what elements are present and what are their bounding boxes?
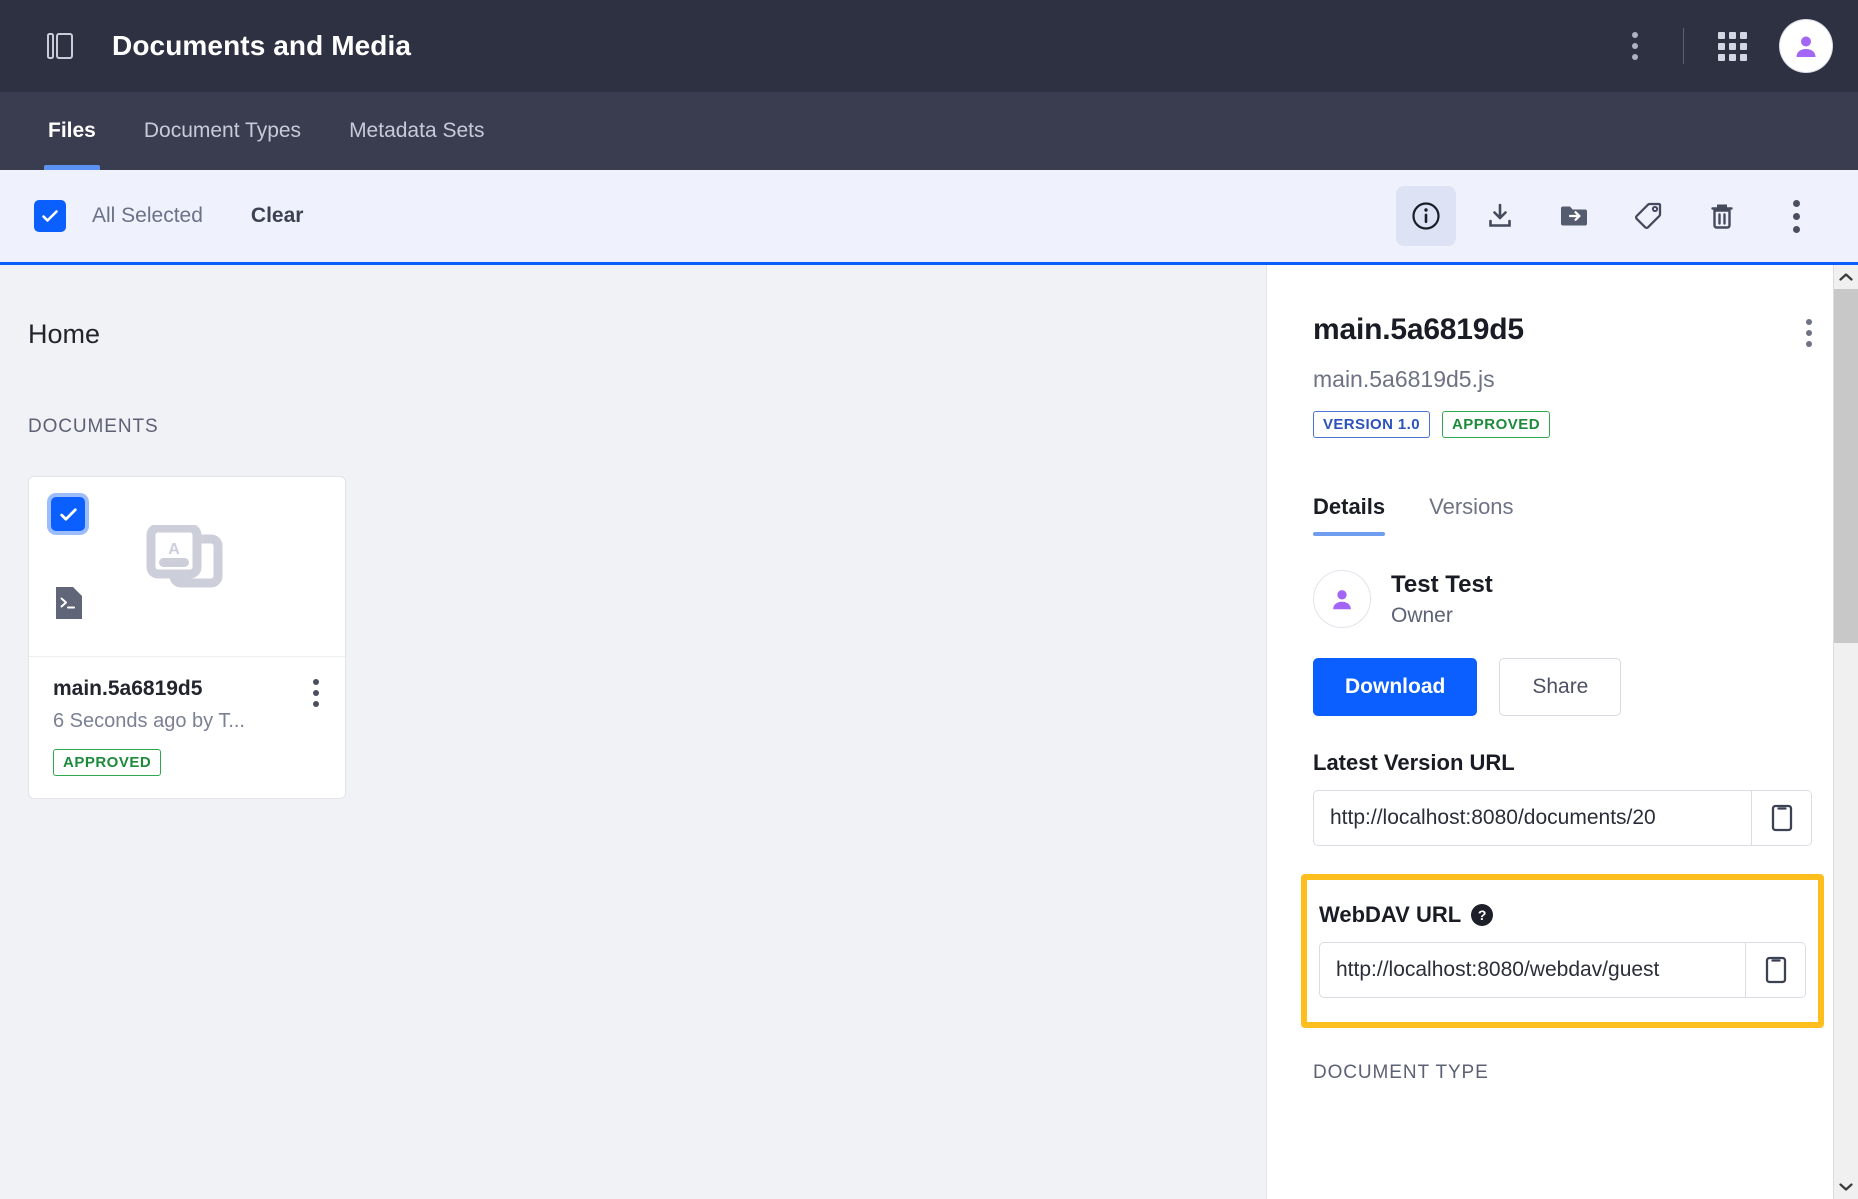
webdav-copy-icon[interactable]	[1745, 943, 1805, 997]
tab-details-label: Details	[1313, 494, 1386, 519]
clear-selection-button[interactable]: Clear	[251, 204, 304, 228]
header-divider	[1683, 28, 1684, 64]
status-badge: APPROVED	[1441, 411, 1551, 438]
webdav-url-label: WebDAV URL ?	[1319, 902, 1806, 928]
webdav-url-group	[1319, 942, 1806, 998]
panel-title: main.5a6819d5	[1313, 313, 1524, 346]
webdav-url-highlight: WebDAV URL ?	[1301, 874, 1824, 1028]
selection-count-label: All Selected	[92, 204, 203, 227]
selection-toolbar: All Selected Clear	[0, 170, 1858, 265]
tab-document-types[interactable]: Document Types	[144, 92, 301, 170]
tab-details[interactable]: Details	[1313, 494, 1386, 536]
apps-grid-icon[interactable]	[1706, 20, 1758, 72]
card-select-checkbox[interactable]	[51, 497, 85, 531]
scroll-up-arrow-icon[interactable]	[1834, 265, 1858, 289]
card-body: main.5a6819d5 6 Seconds ago by T... APPR…	[29, 657, 345, 798]
owner-name: Test Test	[1391, 570, 1493, 598]
scroll-down-arrow-icon[interactable]	[1834, 1175, 1858, 1199]
app-header: Documents and Media	[0, 0, 1858, 92]
document-image-icon: A	[146, 523, 228, 608]
tag-icon[interactable]	[1618, 186, 1678, 246]
tab-versions-label: Versions	[1429, 494, 1514, 519]
script-file-icon	[54, 585, 84, 626]
tab-document-types-label: Document Types	[143, 119, 302, 142]
documents-grid: A main.5a6819d5 6 Seconds ago by T... AP…	[28, 476, 1266, 799]
latest-version-url-label: Latest Version URL	[1313, 750, 1812, 776]
latest-version-url-input[interactable]	[1314, 791, 1751, 845]
nav-tabs: Files Document Types Metadata Sets	[0, 92, 1858, 170]
webdav-url-label-text: WebDAV URL	[1319, 902, 1462, 927]
panel-filename: main.5a6819d5.js	[1313, 366, 1495, 392]
version-badge: VERSION 1.0	[1313, 411, 1430, 438]
documents-section-label: DOCUMENTS	[28, 416, 159, 437]
document-card[interactable]: A main.5a6819d5 6 Seconds ago by T... AP…	[28, 476, 346, 799]
breadcrumb[interactable]: Home	[28, 319, 1266, 350]
download-button[interactable]: Download	[1313, 658, 1478, 716]
user-avatar-icon[interactable]	[1780, 20, 1832, 72]
card-subtitle: 6 Seconds ago by T...	[53, 710, 245, 732]
select-all-checkbox[interactable]	[34, 200, 66, 232]
card-title: main.5a6819d5	[53, 677, 203, 700]
files-main-pane: Home DOCUMENTS A main.5a6819d5 6 Seconds…	[0, 265, 1266, 1199]
webdav-url-input[interactable]	[1320, 943, 1745, 997]
share-button[interactable]: Share	[1499, 658, 1622, 716]
page-title: Documents and Media	[112, 30, 412, 61]
document-type-label: DOCUMENT TYPE	[1313, 1062, 1489, 1083]
card-kebab-menu-icon[interactable]	[313, 679, 319, 712]
help-question-icon[interactable]: ?	[1471, 904, 1494, 926]
latest-version-url-label-text: Latest Version URL	[1313, 750, 1515, 775]
tab-files-label: Files	[48, 119, 96, 142]
tab-files[interactable]: Files	[44, 92, 100, 170]
card-status-badge: APPROVED	[53, 749, 162, 776]
info-icon[interactable]	[1396, 186, 1456, 246]
content-area: Home DOCUMENTS A main.5a6819d5 6 Seconds…	[0, 265, 1858, 1199]
owner-role: Owner	[1391, 603, 1453, 627]
owner-avatar	[1313, 570, 1371, 628]
document-details-panel: main.5a6819d5 main.5a6819d5.js VERSION 1…	[1266, 265, 1858, 1199]
tab-metadata-sets-label: Metadata Sets	[349, 119, 485, 142]
panel-kebab-menu-icon[interactable]	[1806, 313, 1812, 352]
scrollbar-track[interactable]	[1834, 289, 1858, 1175]
tab-metadata-sets[interactable]: Metadata Sets	[349, 92, 484, 170]
latest-version-url-group	[1313, 790, 1812, 846]
toolbar-kebab-menu-icon[interactable]	[1766, 186, 1826, 246]
card-thumbnail: A	[29, 477, 345, 657]
panel-toggle-icon[interactable]	[38, 24, 82, 68]
tab-versions[interactable]: Versions	[1429, 494, 1513, 536]
svg-text:A: A	[168, 541, 180, 558]
kebab-menu-icon[interactable]	[1609, 20, 1661, 72]
move-to-folder-icon[interactable]	[1544, 186, 1604, 246]
scrollbar-thumb[interactable]	[1834, 289, 1858, 644]
panel-scrollbar[interactable]	[1833, 265, 1858, 1199]
download-icon[interactable]	[1470, 186, 1530, 246]
trash-icon[interactable]	[1692, 186, 1752, 246]
copy-icon[interactable]	[1751, 791, 1811, 845]
